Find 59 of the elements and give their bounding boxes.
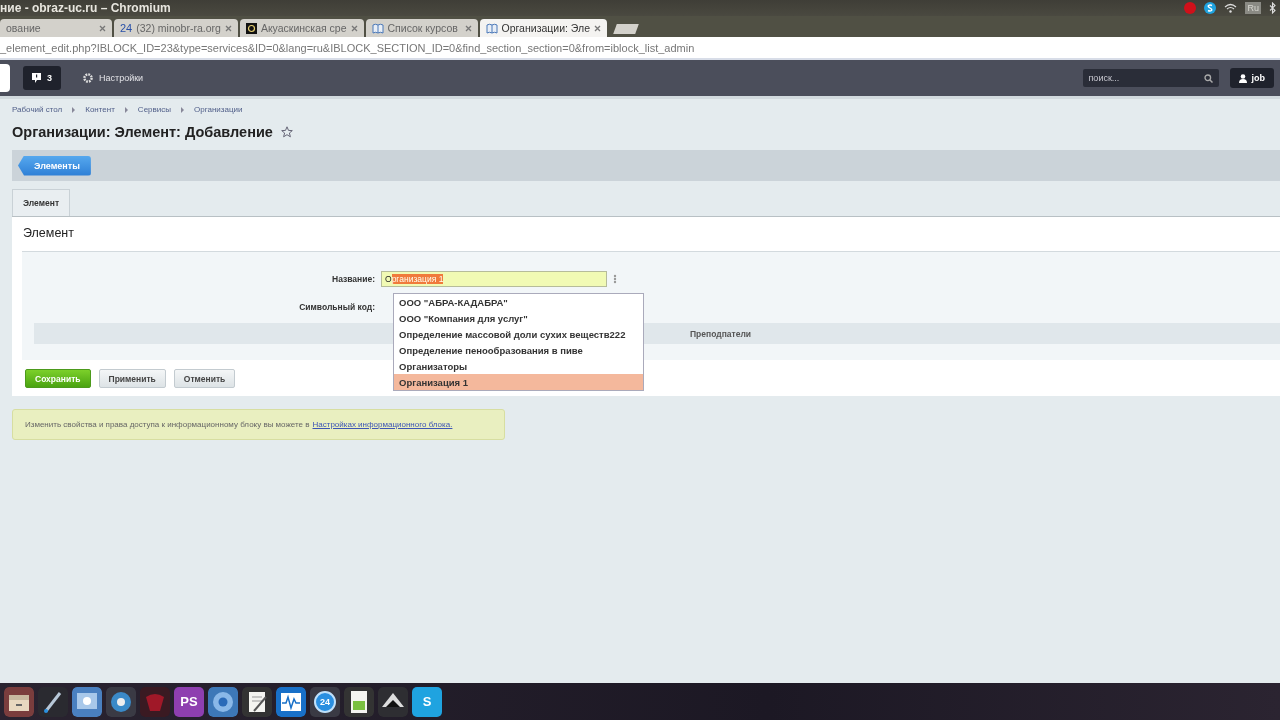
panel-heading: Элемент [23,226,75,240]
form-button[interactable]: Применить [98,369,166,388]
search-field[interactable]: поиск... [1082,69,1219,87]
browser-tab[interactable]: ование [0,19,112,37]
wifi-icon[interactable] [1224,3,1238,13]
close-icon[interactable] [350,24,358,32]
book-icon [371,22,384,34]
mountain-icon[interactable] [378,686,408,717]
close-icon[interactable] [224,24,232,32]
field-label: Название: [331,274,375,284]
system-monitor-icon[interactable] [276,686,306,717]
spreadsheet-icon[interactable] [344,686,374,717]
user-button[interactable]: job [1229,68,1274,88]
field-label: Символьный код: [298,302,375,312]
form-tab[interactable]: Элемент [12,189,71,216]
browser-tab[interactable]: 24 (32) minobr-ra.org [114,19,238,37]
suggestion-item[interactable]: ООО "АБРА-КАДАБРА" [394,294,643,310]
suggestion-item[interactable]: Организаторы [394,358,643,374]
browser-tab[interactable]: Организации: Эле [479,19,608,37]
tab-favicon: 24 [120,22,133,34]
note-text: Изменить свойства и права доступа к информационному блоку вы можете в [25,420,310,429]
star-icon[interactable] [280,126,293,138]
browser-tab[interactable]: Акуаскинская сре [239,19,364,37]
drawer-icon[interactable] [4,686,34,717]
new-tab-button[interactable] [613,24,639,34]
app-icon[interactable]: PS [174,686,204,717]
circle-icon [245,22,257,34]
elements-button[interactable]: Элементы [18,155,91,176]
skype-icon[interactable] [1204,2,1217,14]
aperture-icon[interactable] [106,686,136,717]
user-icon [1238,73,1247,83]
close-icon[interactable] [464,24,472,32]
page-title: Организации: Элемент: Добавление [12,124,273,140]
dropper-icon[interactable] [38,686,68,717]
settings-button[interactable]: Настройки [77,72,150,84]
settings-icon [83,73,93,83]
close-icon[interactable] [594,24,602,32]
suggestion-item[interactable]: Организация 1 [394,374,643,390]
book-icon [485,22,498,34]
suggestion-item[interactable]: Определение пенообразования в пиве [394,342,643,358]
breadcrumb-link[interactable]: Сервисы [137,105,171,114]
breadcrumb-link[interactable]: Рабочий стол [12,105,63,114]
settings-link[interactable]: Настройках информационного блока. [312,420,453,429]
suggestion-item[interactable]: ООО "Компания для услуг" [394,310,643,326]
form-button[interactable]: Отменить [173,369,236,388]
notifications-button[interactable]: 3 [23,66,61,90]
text-editor-icon[interactable] [242,686,272,717]
bluetooth-icon[interactable] [1269,2,1276,14]
notification-icon [32,73,41,83]
app-icon[interactable]: 24 [310,686,340,717]
browser-tab[interactable]: Список курсов [365,19,478,37]
chromium-icon[interactable] [208,686,238,717]
close-icon[interactable] [99,24,106,32]
breadcrumb-link[interactable]: Контент [85,105,115,114]
search-icon [1203,73,1213,83]
window-title: ние - obraz-uc.ru – Chromium [0,1,171,15]
dots-icon[interactable] [612,274,618,284]
breadcrumb-link[interactable]: Организации [194,105,243,114]
suggestion-item[interactable]: Определение массовой доли сухих веществ222 [394,326,643,342]
